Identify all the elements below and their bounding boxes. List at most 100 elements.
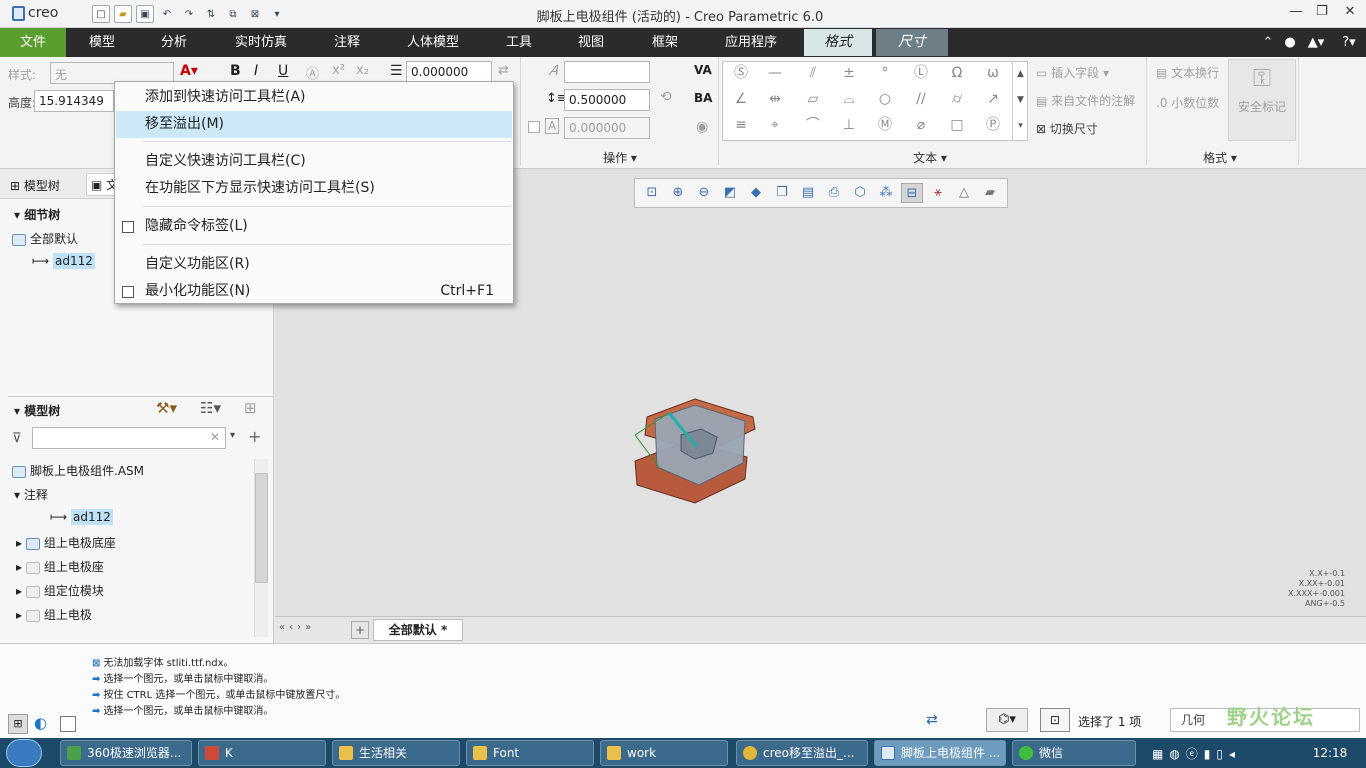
gallery-scroll[interactable]: ▲ ▼ ▾ xyxy=(1012,61,1028,141)
cylindricity-icon[interactable]: ⌭ xyxy=(946,89,968,109)
checkbox[interactable] xyxy=(122,221,134,233)
collapse-ribbon-icon[interactable]: ⌃ xyxy=(1258,28,1278,57)
open-folder-icon[interactable]: ▰ xyxy=(114,5,132,23)
close-window-icon[interactable]: ⊠ xyxy=(246,5,264,23)
swap-icon[interactable]: ⇄ xyxy=(498,63,509,78)
add-tab-icon[interactable]: + xyxy=(351,621,369,639)
tab-tools[interactable]: 工具 xyxy=(494,28,544,57)
refit-icon[interactable]: ⊡ xyxy=(641,183,663,203)
menu-minimize-ribbon[interactable]: 最小化功能区(N) Ctrl+F1 xyxy=(116,278,512,305)
decimals-button[interactable]: .0 小数位数 xyxy=(1156,94,1219,111)
browser-toggle-icon[interactable]: ◐ xyxy=(34,714,47,732)
tab-view[interactable]: 视图 xyxy=(566,28,616,57)
underline-icon[interactable]: U xyxy=(278,63,288,79)
detail-tree-ad112[interactable]: ⟼ ad112 xyxy=(32,253,95,269)
restore-icon[interactable]: ❐ xyxy=(1308,4,1336,24)
square-icon[interactable]: □ xyxy=(946,115,968,135)
new-file-icon[interactable]: □ xyxy=(92,5,110,23)
tree-item[interactable]: ▸ 组上电极 xyxy=(16,606,92,623)
perspective-icon[interactable]: ⎙ xyxy=(823,183,845,203)
assembly-model[interactable] xyxy=(625,389,785,509)
text-refresh-icon[interactable]: ⟲ xyxy=(660,89,672,105)
arrow-both-icon[interactable]: ⇹ xyxy=(764,89,786,109)
warning-display-icon[interactable]: △ xyxy=(953,183,975,203)
navigator-toggle-icon[interactable]: ⊞ xyxy=(8,714,28,734)
filter-icon[interactable]: ⊽ xyxy=(12,431,22,446)
circularity-icon[interactable]: ○ xyxy=(874,89,896,109)
cap-icon[interactable]: ▲▾ xyxy=(1302,28,1330,57)
redo-icon[interactable]: ↷ xyxy=(180,5,198,23)
task-wechat[interactable]: 微信 xyxy=(1012,740,1136,766)
tab-live-simulation[interactable]: 实时仿真 xyxy=(226,28,296,57)
tree-show-icon[interactable]: ☷▾ xyxy=(200,399,221,417)
section-icon[interactable]: ⬡ xyxy=(849,183,871,203)
small-omega-icon[interactable]: ω xyxy=(982,63,1004,83)
minimize-icon[interactable]: — xyxy=(1282,4,1310,24)
find-icon[interactable]: ⌬▾ xyxy=(986,708,1028,732)
checkbox[interactable] xyxy=(122,286,134,298)
slant-input[interactable]: 0.000000 xyxy=(564,117,650,139)
parallelism-icon[interactable]: // xyxy=(910,89,932,109)
tab-framework[interactable]: 框架 xyxy=(640,28,690,57)
st-symbol-icon[interactable]: Ⓢ xyxy=(730,63,752,83)
tab-annotate[interactable]: 注释 xyxy=(322,28,372,57)
text-style-va-icon[interactable]: VA xyxy=(694,63,712,77)
font-box-icon[interactable]: Ⓐ xyxy=(306,63,319,82)
bold-icon[interactable]: B xyxy=(230,63,241,79)
p-circle-icon[interactable]: Ⓟ xyxy=(982,115,1004,135)
repaint-icon[interactable]: ◩ xyxy=(719,183,741,203)
clock[interactable]: 12:18 xyxy=(1300,746,1360,760)
tab-model[interactable]: 模型 xyxy=(76,28,128,57)
text-wrap-button[interactable]: ▤ 文本换行 xyxy=(1156,64,1219,81)
search-dropdown-icon[interactable]: ▾ xyxy=(230,430,235,441)
model-tree-header[interactable]: ▾ 模型树 xyxy=(14,402,60,419)
group-format[interactable]: 格式 ▾ xyxy=(1180,149,1260,166)
tab-model-tree[interactable]: ⊞ 模型树 xyxy=(10,177,60,194)
windows-icon[interactable]: ⧉ xyxy=(224,5,242,23)
degree-icon[interactable]: ° xyxy=(874,63,896,83)
spin-center-icon[interactable]: ⚹ xyxy=(927,183,949,203)
tab-manikin[interactable]: 人体模型 xyxy=(398,28,468,57)
superscript-icon[interactable]: x² xyxy=(332,63,345,78)
tray-icons[interactable]: ▦◍ⓔ▮▯◂ xyxy=(1152,745,1241,762)
l-circle-icon[interactable]: Ⓛ xyxy=(910,63,932,83)
tab-analysis[interactable]: 分析 xyxy=(148,28,200,57)
toggle-dimension-button[interactable]: ⊠ 切换尺寸 xyxy=(1036,120,1098,137)
save-icon[interactable]: ▣ xyxy=(136,5,154,23)
help-icon[interactable]: ?▾ xyxy=(1336,28,1362,57)
slant-checkbox[interactable] xyxy=(528,121,540,133)
detail-tree-header[interactable]: ▾ 细节树 xyxy=(14,206,60,223)
tab-dimension[interactable]: 尺寸 xyxy=(876,29,948,56)
tab-nav-arrows[interactable]: «‹›» xyxy=(279,622,315,633)
perpendicularity-icon[interactable]: ⊥ xyxy=(838,115,860,135)
m-circle-icon[interactable]: Ⓜ xyxy=(874,115,896,135)
detail-tree-root[interactable]: 全部默认 xyxy=(12,230,78,247)
regenerate-icon[interactable]: ⇅ xyxy=(202,5,220,23)
clear-search-icon[interactable]: ✕ xyxy=(210,430,220,444)
close-icon[interactable]: ✕ xyxy=(1336,4,1364,24)
line-width-input[interactable]: 0.000000 xyxy=(406,61,492,83)
tree-asm-root[interactable]: 脚板上电极组件.ASM xyxy=(12,462,144,479)
italic-icon[interactable]: I xyxy=(254,63,258,79)
insert-field-button[interactable]: ▭ 插入字段 ▾ xyxy=(1036,64,1109,81)
diameter-icon[interactable]: ⌀ xyxy=(910,115,932,135)
task-creo[interactable]: 脚板上电极组件 ... xyxy=(874,740,1006,766)
add-filter-icon[interactable]: + xyxy=(248,427,261,446)
height-input[interactable]: 15.914349 xyxy=(34,90,114,112)
from-file-note-button[interactable]: ▤ 来自文件的注解 xyxy=(1036,92,1135,109)
tab-applications[interactable]: 应用程序 xyxy=(716,28,786,57)
view-manager-icon[interactable]: ▤ xyxy=(797,183,819,203)
selected-items-icon[interactable]: ⊡ xyxy=(1040,708,1070,732)
runout-icon[interactable]: ↗ xyxy=(982,89,1004,109)
group-operate[interactable]: 操作 ▾ xyxy=(560,149,680,166)
total-runout-icon[interactable]: ⫽ xyxy=(802,63,824,83)
tree-scrollbar[interactable] xyxy=(254,459,268,637)
line-spacing-input[interactable]: 0.500000 xyxy=(564,89,650,111)
tab-default-state[interactable]: 全部默认 * xyxy=(373,619,463,641)
smart-select-icon[interactable]: ⇄ xyxy=(926,712,938,728)
start-button[interactable] xyxy=(6,739,42,767)
tree-settings-icon[interactable]: ⚒▾ xyxy=(156,399,177,417)
customize-qat-icon[interactable]: ▾ xyxy=(268,5,286,23)
tab-file[interactable]: 文件 xyxy=(0,28,66,57)
datum-display-icon[interactable]: ⁂ xyxy=(875,183,897,203)
